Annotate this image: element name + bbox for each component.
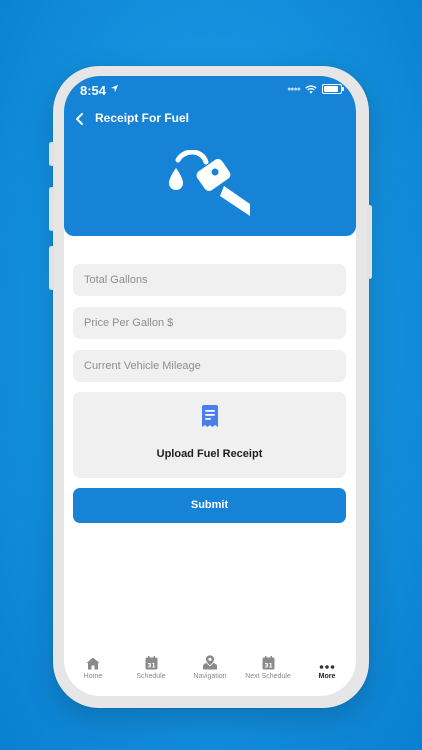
tab-next-schedule-label: Next Schedule — [245, 673, 291, 680]
cellular-signal-icon: ●●●● — [287, 85, 301, 93]
header: 8:54 ●●●● Receipt For Fuel — [64, 76, 356, 236]
status-indicators: ●●●● — [287, 84, 344, 94]
tab-home[interactable]: Home — [64, 650, 122, 680]
map-pin-icon — [203, 655, 217, 670]
tab-more[interactable]: More — [298, 650, 356, 680]
battery-icon — [322, 84, 344, 94]
wifi-icon — [305, 84, 317, 94]
status-time: 8:54 — [80, 83, 107, 98]
submit-button[interactable]: Submit — [73, 488, 346, 523]
page-title: Receipt For Fuel — [95, 111, 190, 125]
back-chevron-icon[interactable] — [75, 112, 84, 126]
tab-navigation-label: Navigation — [193, 673, 227, 680]
fuel-nozzle-icon — [169, 150, 250, 216]
receipt-icon — [202, 405, 218, 427]
calendar-day-number: 31 — [264, 663, 272, 670]
tab-schedule-label: Schedule — [136, 673, 166, 680]
upload-receipt-label: Upload Fuel Receipt — [156, 448, 263, 460]
phone-volume-down — [49, 246, 54, 290]
total-gallons-input[interactable]: Total Gallons — [73, 264, 346, 296]
tab-next-schedule[interactable]: 31 Next Schedule — [239, 650, 297, 680]
app-screen: 8:54 ●●●● Receipt For Fuel Total Gallons… — [64, 76, 356, 696]
location-arrow-icon — [110, 84, 119, 93]
price-per-gallon-input[interactable]: Price Per Gallon $ — [73, 307, 346, 339]
home-icon — [86, 657, 100, 670]
phone-silent-switch — [49, 142, 54, 166]
phone-volume-up — [49, 187, 54, 231]
bottom-tab-bar: Home 31 Schedule Navigation 31 Next Sche… — [64, 650, 356, 696]
vehicle-mileage-input[interactable]: Current Vehicle Mileage — [73, 350, 346, 382]
tab-home-label: Home — [83, 673, 103, 680]
tab-navigation[interactable]: Navigation — [181, 650, 239, 680]
tab-more-label: More — [318, 673, 336, 680]
upload-receipt-button[interactable]: Upload Fuel Receipt — [73, 392, 346, 478]
calendar-icon: 31 — [145, 656, 157, 670]
tab-schedule[interactable]: 31 Schedule — [122, 650, 180, 680]
calendar-icon: 31 — [262, 656, 274, 670]
more-dots-icon — [319, 665, 335, 669]
phone-power-button — [367, 205, 372, 279]
calendar-day-number: 31 — [147, 663, 155, 670]
